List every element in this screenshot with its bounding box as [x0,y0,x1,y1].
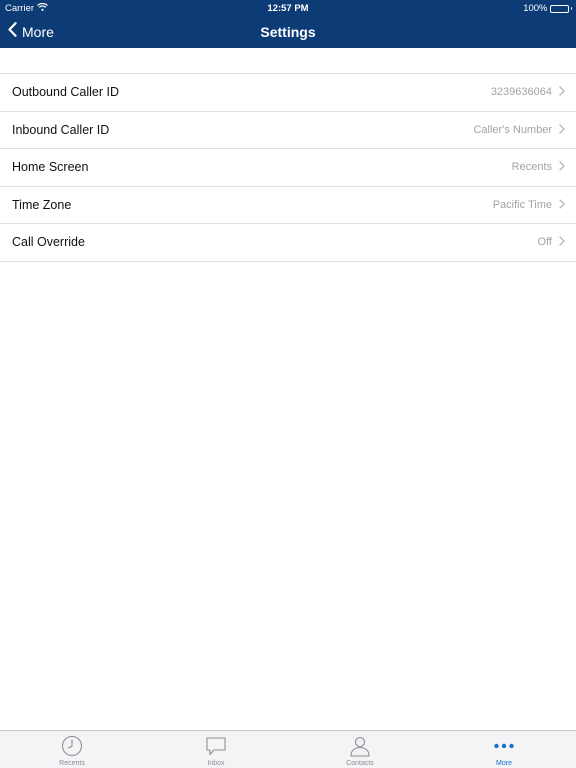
tab-label: Contacts [346,760,374,767]
back-label: More [22,24,54,40]
battery-icon [549,4,569,13]
settings-list: Outbound Caller ID 3239636064 Inbound Ca… [0,48,576,730]
setting-label: Call Override [12,235,85,250]
setting-value-group: Recents [512,158,565,176]
person-icon [349,734,371,758]
setting-row-home-screen[interactable]: Home Screen Recents [0,149,576,187]
chevron-right-icon [559,83,565,101]
speech-bubble-icon [205,734,227,758]
tab-contacts[interactable]: Contacts [288,731,432,768]
clock-icon [61,734,83,758]
setting-value-group: Caller's Number [473,121,565,139]
app-header: Carrier 12:57 PM 100% More Settings [0,0,576,48]
tab-more[interactable]: More [432,731,576,768]
ellipsis-icon [493,734,515,758]
back-button[interactable]: More [8,22,54,42]
setting-row-outbound-caller-id[interactable]: Outbound Caller ID 3239636064 [0,74,576,112]
tab-bar: Recents Inbox Contacts More [0,730,576,768]
setting-value-group: 3239636064 [491,83,565,101]
list-section-spacer [0,48,576,74]
tab-label: More [496,760,512,767]
setting-label: Home Screen [12,160,89,175]
chevron-right-icon [559,233,565,251]
chevron-right-icon [559,158,565,176]
setting-value: Pacific Time [492,198,552,211]
setting-value: 3239636064 [490,86,552,99]
status-battery: 100% [523,3,572,14]
setting-label: Inbound Caller ID [12,122,110,137]
battery-nub [570,7,572,10]
navigation-bar: More Settings [0,16,576,48]
chevron-left-icon [8,22,17,42]
setting-row-time-zone[interactable]: Time Zone Pacific Time [0,187,576,224]
setting-value: Caller's Number [473,123,552,136]
status-bar: Carrier 12:57 PM 100% [0,0,576,16]
setting-label: Outbound Caller ID [12,85,120,100]
tab-label: Recents [59,760,85,767]
page-title: Settings [260,24,316,40]
tab-recents[interactable]: Recents [0,731,144,768]
setting-value: Recents [511,161,552,174]
setting-row-call-override[interactable]: Call Override Off [0,224,576,262]
tab-inbox[interactable]: Inbox [144,731,288,768]
setting-value-group: Off [538,233,565,251]
status-time: 12:57 PM [267,3,309,14]
tab-label: Inbox [207,760,225,767]
setting-value-group: Pacific Time [493,196,565,214]
setting-row-inbound-caller-id[interactable]: Inbound Caller ID Caller's Number [0,112,576,149]
setting-label: Time Zone [12,197,72,212]
battery-percent: 100% [523,3,548,14]
chevron-right-icon [559,196,565,214]
chevron-right-icon [559,121,565,139]
setting-value: Off [537,236,552,249]
